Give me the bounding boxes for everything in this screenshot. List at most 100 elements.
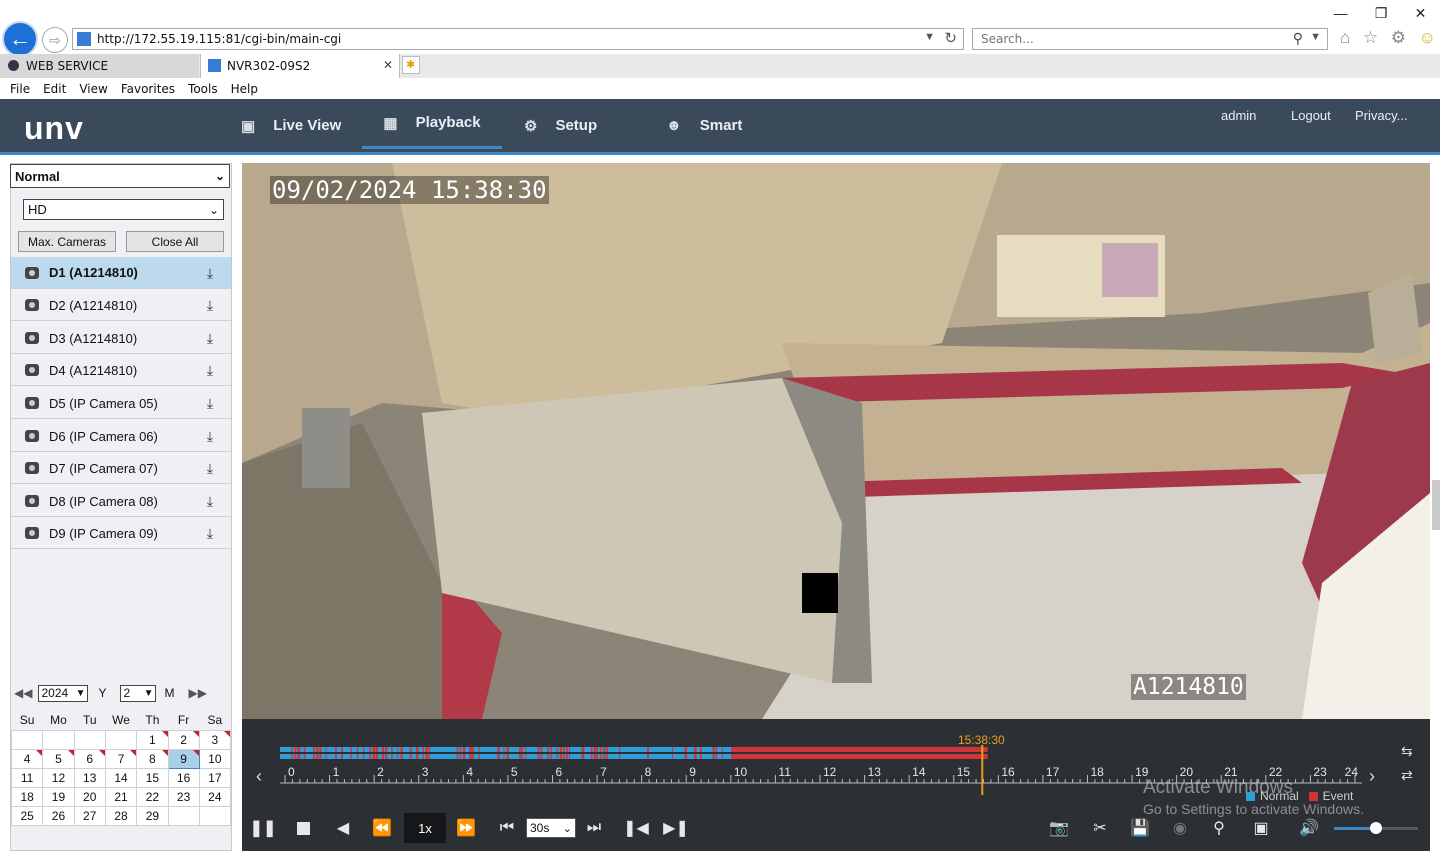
- star-icon[interactable]: ☆: [1363, 28, 1378, 48]
- menu-favorites[interactable]: Favorites: [121, 82, 175, 96]
- search-field[interactable]: ⚲ ▼: [972, 28, 1328, 50]
- calendar-day[interactable]: 6: [73, 749, 106, 769]
- address-field[interactable]: http://172.55.19.115:81/cgi-bin/main-cgi…: [72, 28, 964, 50]
- calendar-day[interactable]: 1: [136, 730, 169, 750]
- volume-slider-handle[interactable]: [1370, 822, 1382, 834]
- volume-button[interactable]: 🔊: [1297, 815, 1321, 841]
- skip-back-button[interactable]: ⏮: [496, 815, 518, 841]
- tab-web-service[interactable]: WEB SERVICE: [0, 54, 199, 78]
- calendar-day[interactable]: 7: [104, 749, 138, 769]
- calendar-day[interactable]: 11: [10, 768, 44, 788]
- calendar-day[interactable]: 22: [136, 787, 169, 807]
- calendar-day[interactable]: 29: [136, 806, 169, 826]
- close-tab-icon[interactable]: ✕: [383, 58, 393, 72]
- privacy-link[interactable]: Privacy...: [1355, 108, 1408, 123]
- calendar-day[interactable]: 24: [198, 787, 232, 807]
- page-scrollbar[interactable]: [1432, 480, 1440, 530]
- refresh-icon[interactable]: ↻: [944, 29, 957, 47]
- save-clip-button[interactable]: 💾: [1128, 815, 1152, 841]
- close-all-button[interactable]: Close All: [126, 231, 224, 252]
- settings-gear-icon[interactable]: ⚙: [1391, 28, 1406, 48]
- calendar-day[interactable]: 25: [10, 806, 44, 826]
- calendar-day[interactable]: 17: [198, 768, 232, 788]
- back-button[interactable]: ←: [2, 21, 38, 57]
- smiley-icon[interactable]: ☺: [1419, 28, 1436, 48]
- calendar-day[interactable]: 13: [73, 768, 106, 788]
- download-icon[interactable]: ⤓: [203, 331, 217, 345]
- calendar-day[interactable]: 18: [10, 787, 44, 807]
- camera-item-d3[interactable]: D3 (A1214810) ⤓: [11, 323, 231, 354]
- stop-button[interactable]: [292, 815, 314, 841]
- menu-tools[interactable]: Tools: [188, 82, 218, 96]
- download-icon[interactable]: ⤓: [203, 494, 217, 508]
- clip-button[interactable]: ✂: [1088, 815, 1112, 841]
- calendar-day[interactable]: 15: [136, 768, 169, 788]
- calendar-day[interactable]: 10: [198, 749, 232, 769]
- year-select[interactable]: 2024 ▼: [38, 684, 89, 702]
- camera-item-d6[interactable]: D6 (IP Camera 06) ⤓: [11, 421, 231, 452]
- camera-item-d4[interactable]: D4 (A1214810) ⤓: [11, 355, 231, 386]
- roi-button[interactable]: ▣: [1249, 815, 1273, 841]
- slow-down-button[interactable]: ⏪: [370, 815, 394, 841]
- previous-frame-button[interactable]: ❚◀: [623, 815, 649, 841]
- forward-button[interactable]: ⇨: [42, 27, 68, 53]
- search-dropdown-icon[interactable]: ▼: [1310, 31, 1321, 43]
- restore-icon[interactable]: ❐: [1375, 5, 1388, 22]
- nav-live-view[interactable]: ▣ Live View: [241, 99, 341, 152]
- calendar-day[interactable]: 28: [104, 806, 138, 826]
- search-input[interactable]: [979, 31, 1283, 47]
- calendar-day[interactable]: 26: [42, 806, 75, 826]
- calendar-day[interactable]: 5: [42, 749, 75, 769]
- download-icon[interactable]: ⤓: [203, 526, 217, 540]
- max-cameras-button[interactable]: Max. Cameras: [18, 231, 116, 252]
- calendar-day[interactable]: 12: [42, 768, 75, 788]
- calendar-day[interactable]: 20: [73, 787, 106, 807]
- calendar-day[interactable]: 14: [104, 768, 138, 788]
- calendar-day[interactable]: 21: [104, 787, 138, 807]
- new-tab-button[interactable]: ✱: [402, 56, 420, 74]
- next-month-icon[interactable]: ▶▶: [188, 686, 206, 700]
- menu-file[interactable]: File: [10, 82, 30, 96]
- calendar-day[interactable]: 3: [198, 730, 232, 750]
- calendar-day[interactable]: 9: [167, 749, 200, 769]
- camera-item-d1[interactable]: D1 (A1214810) ⤓: [11, 257, 231, 289]
- zoom-button[interactable]: ⚲: [1207, 815, 1231, 841]
- tab-nvr[interactable]: NVR302-09S2 ✕: [200, 54, 400, 78]
- minimize-icon[interactable]: —: [1334, 5, 1348, 21]
- calendar-day[interactable]: 19: [42, 787, 75, 807]
- search-icon[interactable]: ⚲: [1293, 30, 1303, 47]
- calendar-day[interactable]: 23: [167, 787, 200, 807]
- zoom-out-timeline-icon[interactable]: ⇄: [1401, 767, 1413, 784]
- reverse-play-button[interactable]: ◀: [332, 815, 354, 841]
- nav-smart[interactable]: ☻ Smart: [666, 99, 742, 152]
- menu-edit[interactable]: Edit: [43, 82, 66, 96]
- month-select[interactable]: 2 ▼: [120, 684, 157, 702]
- pause-button[interactable]: ❚❚: [250, 815, 277, 841]
- skip-forward-button[interactable]: ⏭: [583, 815, 605, 841]
- calendar-day[interactable]: 2: [167, 730, 200, 750]
- logout-link[interactable]: Logout: [1291, 108, 1331, 123]
- download-icon[interactable]: ⤓: [203, 461, 217, 475]
- camera-item-d7[interactable]: D7 (IP Camera 07) ⤓: [11, 453, 231, 484]
- calendar-day[interactable]: 4: [10, 749, 44, 769]
- dropdown-arrow-icon[interactable]: ▼: [924, 31, 935, 43]
- calendar-day[interactable]: 27: [73, 806, 106, 826]
- calendar-day[interactable]: 16: [167, 768, 200, 788]
- menu-help[interactable]: Help: [231, 82, 258, 96]
- close-icon[interactable]: ✕: [1415, 5, 1427, 22]
- nav-playback[interactable]: ▦ Playback: [362, 99, 502, 149]
- download-icon[interactable]: ⤓: [203, 266, 217, 280]
- calendar-day[interactable]: 8: [136, 749, 169, 769]
- camera-item-d9[interactable]: D9 (IP Camera 09) ⤓: [11, 518, 231, 549]
- download-icon[interactable]: ⤓: [203, 429, 217, 443]
- digital-zoom-button[interactable]: ◉: [1168, 815, 1192, 841]
- camera-item-d8[interactable]: D8 (IP Camera 08) ⤓: [11, 486, 231, 517]
- timeline-next-icon[interactable]: ›: [1369, 766, 1375, 787]
- speed-up-button[interactable]: ⏩: [454, 815, 478, 841]
- stream-select[interactable]: HD ⌄: [23, 199, 224, 220]
- nav-setup[interactable]: ⚙ Setup: [524, 99, 597, 152]
- next-frame-button[interactable]: ▶❚: [663, 815, 689, 841]
- skip-interval-select[interactable]: 30s ⌄: [526, 818, 576, 838]
- home-icon[interactable]: ⌂: [1340, 28, 1350, 48]
- video-viewport[interactable]: [242, 163, 1430, 719]
